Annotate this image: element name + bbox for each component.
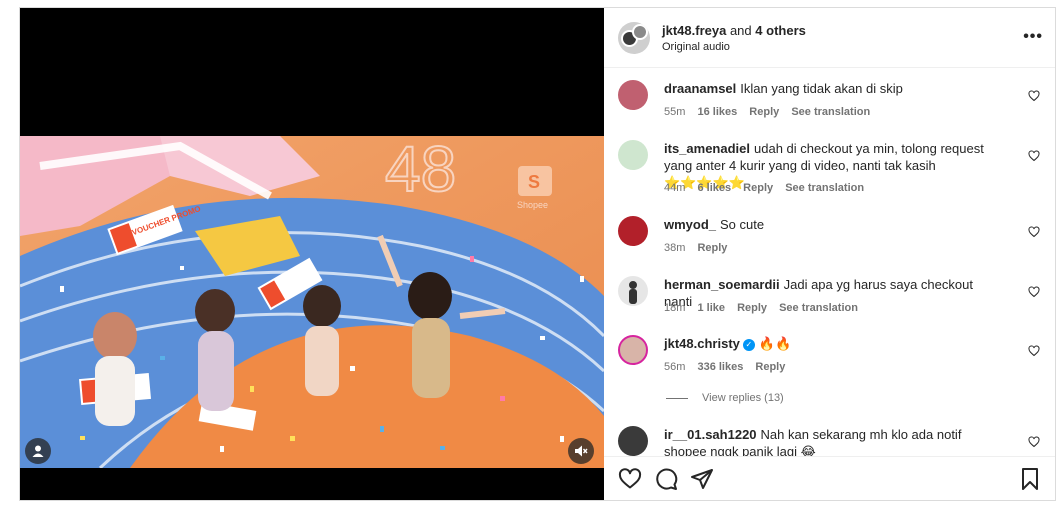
post-dialog: 48 S Shopee VOUCHER PROMO jkt48.freya an… xyxy=(19,7,1056,501)
commenter-username[interactable]: wmyod_ xyxy=(664,217,716,232)
comment-text: Iklan yang tidak akan di skip xyxy=(740,81,903,96)
comment-time: 56m xyxy=(664,361,686,373)
see-translation-button[interactable]: See translation xyxy=(785,182,864,194)
comment-time: 38m xyxy=(664,242,686,254)
like-comment-heart-icon[interactable] xyxy=(1028,286,1040,298)
video-player[interactable]: 48 S Shopee VOUCHER PROMO xyxy=(20,8,604,500)
post-action-bar xyxy=(604,456,1055,500)
like-comment-heart-icon[interactable] xyxy=(1028,90,1040,102)
comment-likes[interactable]: 6 likes xyxy=(697,182,731,194)
comment-time: 44m xyxy=(664,182,686,194)
commenter-username[interactable]: its_amenadiel xyxy=(664,141,750,156)
post-header: jkt48.freya and 4 others Original audio … xyxy=(604,8,1055,68)
see-translation-button[interactable]: See translation xyxy=(779,302,858,314)
comment-text: So cute xyxy=(720,217,765,232)
view-replies-button[interactable]: View replies (13) xyxy=(666,392,784,404)
comment-likes[interactable]: 336 likes xyxy=(697,361,743,373)
post-authors: jkt48.freya and 4 others xyxy=(662,23,806,38)
heart-icon[interactable] xyxy=(618,467,642,491)
comment-item: ir__01.sah1220 Nah kan sekarang mh klo ad… xyxy=(618,426,1048,456)
comment-icon[interactable] xyxy=(654,467,678,491)
comment-meta: 56m 336 likes Reply xyxy=(664,361,794,373)
reply-button[interactable]: Reply xyxy=(755,361,785,373)
person-silhouette-icon xyxy=(629,281,637,304)
comment-likes[interactable]: 16 likes xyxy=(697,106,737,118)
like-comment-heart-icon[interactable] xyxy=(1028,226,1040,238)
commenter-avatar[interactable] xyxy=(618,140,648,170)
view-replies-line xyxy=(666,397,688,399)
commenter-avatar[interactable] xyxy=(618,80,648,110)
comment-item: its_amenadiel udah di checkout ya min, to… xyxy=(618,140,1048,200)
author-username[interactable]: jkt48.freya xyxy=(662,23,726,38)
bookmark-icon[interactable] xyxy=(1018,467,1042,491)
like-comment-heart-icon[interactable] xyxy=(1028,345,1040,357)
commenter-avatar[interactable] xyxy=(618,426,648,456)
coauthors-link[interactable]: 4 others xyxy=(755,23,806,38)
comment-item: draanamsel Iklan yang tidak akan di skip … xyxy=(618,80,1048,130)
commenter-avatar[interactable] xyxy=(618,276,648,306)
reply-button[interactable]: Reply xyxy=(697,242,727,254)
more-options-button[interactable]: ••• xyxy=(1023,28,1043,46)
post-side-panel: jkt48.freya and 4 others Original audio … xyxy=(604,8,1055,500)
like-comment-heart-icon[interactable] xyxy=(1028,436,1040,448)
comment-meta: 44m 6 likes Reply See translation xyxy=(664,182,873,194)
share-icon[interactable] xyxy=(690,467,714,491)
commenter-username[interactable]: draanamsel xyxy=(664,81,736,96)
speaker-muted-icon xyxy=(575,445,588,457)
mute-button[interactable] xyxy=(568,438,594,464)
comment-item: jkt48.christy ✓ 🔥🔥 56m 336 likes Reply xyxy=(618,335,1048,385)
comment-meta: 55m 16 likes Reply See translation xyxy=(664,106,879,118)
comment-body: jkt48.christy ✓ 🔥🔥 xyxy=(664,335,1004,352)
svg-text:S: S xyxy=(528,172,540,192)
post-header-text: jkt48.freya and 4 others Original audio xyxy=(662,23,806,53)
reply-button[interactable]: Reply xyxy=(743,182,773,194)
comment-meta: 38m Reply xyxy=(664,242,736,254)
user-icon xyxy=(32,445,44,457)
commenter-avatar[interactable] xyxy=(618,216,648,246)
comment-item: herman_soemardii Jadi apa yg harus saya c… xyxy=(618,276,1048,326)
comment-likes[interactable]: 1 like xyxy=(697,302,725,314)
comment-body: wmyod_ So cute xyxy=(664,216,1004,233)
comment-item: wmyod_ So cute 38m Reply xyxy=(618,216,1048,266)
video-frame[interactable]: 48 S Shopee VOUCHER PROMO xyxy=(20,136,604,468)
comment-time: 18m xyxy=(664,302,686,314)
verified-badge-icon: ✓ xyxy=(742,338,755,351)
see-translation-button[interactable]: See translation xyxy=(791,106,870,118)
comment-body: draanamsel Iklan yang tidak akan di skip xyxy=(664,80,1004,97)
commenter-username[interactable]: herman_soemardii xyxy=(664,277,780,292)
view-replies-label: View replies (13) xyxy=(702,392,784,404)
reply-button[interactable]: Reply xyxy=(749,106,779,118)
authors-and: and xyxy=(729,22,752,38)
commenter-username[interactable]: jkt48.christy xyxy=(664,336,740,351)
comment-time: 55m xyxy=(664,106,686,118)
commenter-avatar-story[interactable] xyxy=(618,335,648,365)
video-scene-illustration: 48 S Shopee VOUCHER PROMO xyxy=(20,136,604,468)
comment-text: 🔥🔥 xyxy=(758,336,792,351)
reply-button[interactable]: Reply xyxy=(737,302,767,314)
comment-body: ir__01.sah1220 Nah kan sekarang mh klo ad… xyxy=(664,426,1004,456)
svg-text:Shopee: Shopee xyxy=(517,200,548,210)
comment-meta: 18m 1 like Reply See translation xyxy=(664,302,867,314)
author-avatar[interactable] xyxy=(618,21,650,54)
audio-link[interactable]: Original audio xyxy=(662,41,806,53)
tagged-users-button[interactable] xyxy=(25,438,51,464)
comments-list[interactable]: draanamsel Iklan yang tidak akan di skip … xyxy=(604,68,1055,456)
svg-text:48: 48 xyxy=(385,136,456,205)
commenter-username[interactable]: ir__01.sah1220 xyxy=(664,427,757,442)
like-comment-heart-icon[interactable] xyxy=(1028,150,1040,162)
